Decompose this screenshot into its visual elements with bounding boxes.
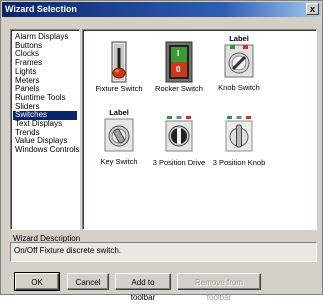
wizard-label: 3 Position Drive: [152, 158, 206, 167]
wizard-knob-switch[interactable]: Label Knob Switch: [209, 34, 269, 92]
wizard-3-position-knob[interactable]: 3 Position Knob: [209, 114, 269, 167]
toggle-switch-icon: [101, 40, 137, 83]
close-button[interactable]: x: [306, 3, 319, 15]
wizard-3-position-drive[interactable]: 3 Position Drive: [149, 114, 209, 167]
window-title: Wizard Selection: [5, 4, 77, 14]
rocker-switch-icon: I 0: [161, 40, 197, 83]
key-caption: Label: [109, 108, 129, 117]
add-to-toolbar-button[interactable]: Add to toolbar: [115, 273, 171, 302]
key-switch-icon: [101, 117, 137, 153]
wizard-label: Key Switch: [100, 157, 138, 166]
knob-switch-icon: [221, 43, 257, 79]
category-list[interactable]: Alarm Displays Buttons Clocks Frames Lig…: [10, 29, 80, 230]
wizard-selection-dialog: Wizard Selection x Alarm Displays Button…: [0, 0, 323, 302]
wizard-label: Knob Switch: [218, 83, 260, 92]
title-bar: Wizard Selection x: [2, 2, 321, 17]
description-text: On/Off Fixture discrete switch.: [14, 246, 121, 255]
description-box: On/Off Fixture discrete switch.: [10, 242, 317, 262]
wizard-icon-grid: Fixture Switch I 0 Rocker Switch Label K…: [82, 29, 317, 230]
wizard-label: 3 Position Knob: [212, 158, 266, 167]
cancel-button[interactable]: Cancel: [67, 273, 109, 290]
remove-from-toolbar-button[interactable]: Remove from toolbar: [177, 273, 261, 302]
wizard-rocker-switch[interactable]: I 0 Rocker Switch: [149, 40, 209, 93]
close-icon: x: [309, 4, 315, 14]
wizard-key-switch[interactable]: Label Key Switch: [89, 108, 149, 166]
three-position-knob-icon: [221, 114, 257, 154]
three-position-drive-icon: [161, 114, 197, 154]
wizard-fixture-switch[interactable]: Fixture Switch: [89, 40, 149, 93]
rocker-off-mark: 0: [176, 65, 181, 74]
ok-button[interactable]: OK: [14, 272, 60, 291]
knob-caption: Label: [229, 34, 249, 43]
category-item[interactable]: Windows Controls: [13, 145, 79, 155]
rocker-on-mark: I: [177, 49, 180, 58]
